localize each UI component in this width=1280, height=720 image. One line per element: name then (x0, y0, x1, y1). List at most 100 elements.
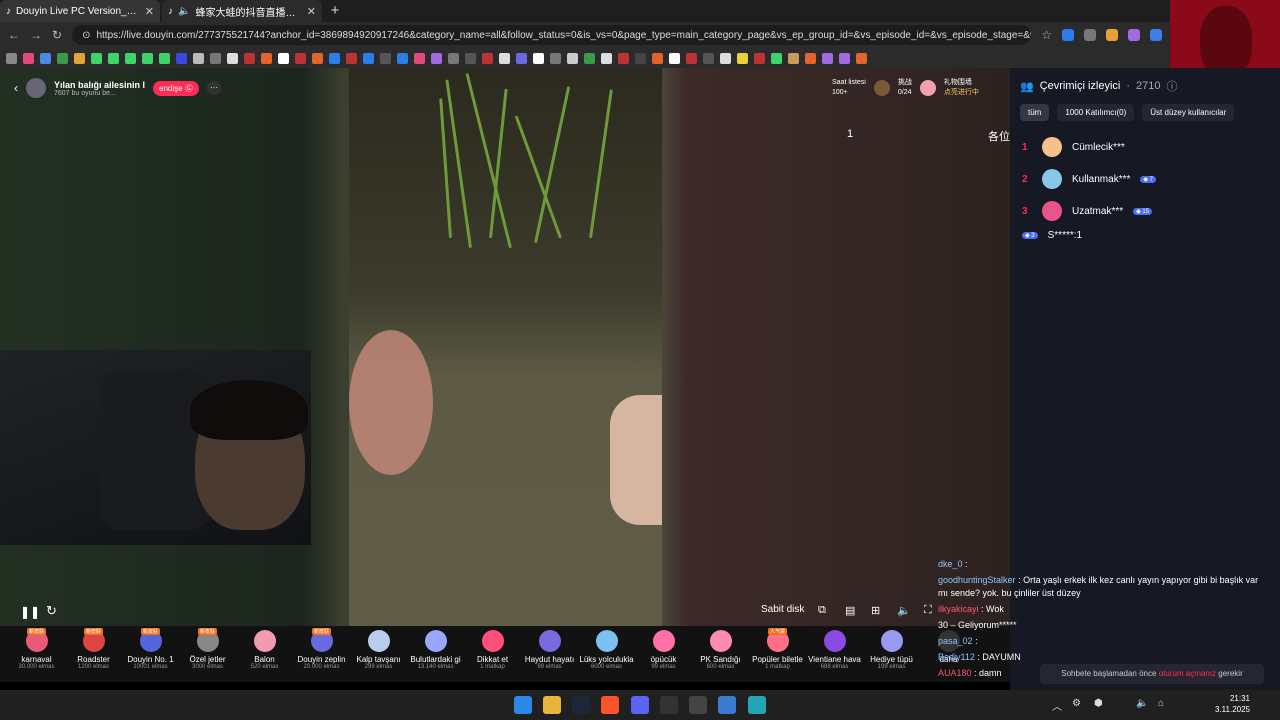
speaker-icon[interactable]: 🔈 (178, 6, 190, 17)
extension-icon[interactable] (1128, 29, 1140, 41)
chat-username[interactable]: dke_0 (938, 559, 963, 569)
layout-icon[interactable]: ▤ (845, 604, 855, 617)
bookmark-icon[interactable] (193, 52, 204, 64)
url-field[interactable]: ⊙ https://live.douyin.com/277375521744?an… (72, 25, 1032, 45)
chat-login-prompt[interactable]: Sohbete başlamadan önce oturum açmanız g… (1040, 664, 1264, 684)
gift-item[interactable]: Haydut hayatı 99 elmas (521, 626, 578, 682)
tray-icon[interactable]: ⚙ (1072, 698, 1081, 709)
bookmark-icon[interactable] (125, 52, 136, 64)
rank-label[interactable]: Saat listesi (832, 78, 866, 88)
bookmark-icon[interactable] (448, 52, 459, 64)
gift-item[interactable]: Bulutlardaki gi 13.140 elmas (407, 626, 464, 682)
new-tab-button[interactable]: + (324, 0, 346, 22)
tray-icon[interactable]: ⬢ (1094, 698, 1103, 709)
chevron-up-icon[interactable]: ︿ (1052, 698, 1062, 713)
volume-icon[interactable]: 🔈 (897, 604, 911, 617)
bookmark-icon[interactable] (108, 52, 119, 64)
extension-icon[interactable] (1084, 29, 1096, 41)
bookmark-icon[interactable] (567, 52, 578, 64)
bookmark-icon[interactable] (23, 52, 34, 64)
bookmark-icon[interactable] (397, 52, 408, 64)
bookmark-icon[interactable] (703, 52, 714, 64)
bookmark-icon[interactable] (431, 52, 442, 64)
gift-item[interactable]: Hediye tüpü 199 elmas (863, 626, 920, 682)
brave-icon[interactable] (601, 696, 619, 714)
gift-item[interactable]: öpücük 99 elmas (635, 626, 692, 682)
close-tab-icon[interactable]: ✕ (307, 5, 316, 18)
bookmark-icon[interactable] (584, 52, 595, 64)
bookmark-icon[interactable] (6, 52, 17, 64)
chat-username[interactable]: ilkyakicayi (938, 604, 979, 614)
chat-username[interactable]: AUA180 (938, 668, 972, 678)
gift-item[interactable]: PK Sandığı 600 elmas (692, 626, 749, 682)
bookmark-icon[interactable] (652, 52, 663, 64)
reload-icon[interactable]: ↻ (52, 28, 62, 42)
bookmark-icon[interactable] (771, 52, 782, 64)
file-explorer-icon[interactable] (543, 696, 561, 714)
chat-username[interactable]: Bediy112 (938, 652, 975, 662)
bookmark-icon[interactable] (720, 52, 731, 64)
bookmark-icon[interactable] (91, 52, 102, 64)
bookmark-icon[interactable] (363, 52, 374, 64)
close-tab-icon[interactable]: ✕ (145, 5, 154, 18)
streamer-avatar[interactable] (26, 78, 46, 98)
chat-username[interactable]: goodhuntingStalker (938, 575, 1016, 585)
bookmark-icon[interactable] (40, 52, 51, 64)
extra-user-row[interactable]: ◆ 3 S*****:1 (1022, 230, 1082, 241)
bookmark-icon[interactable] (261, 52, 272, 64)
more-icon[interactable]: ··· (206, 81, 221, 95)
obs-icon[interactable] (689, 696, 707, 714)
gift-item[interactable]: Kalp tavşanı 299 elmas (350, 626, 407, 682)
rank-row[interactable]: 1 Cümlecik*** (1022, 137, 1125, 157)
bookmark-icon[interactable] (312, 52, 323, 64)
bookmark-icon[interactable] (159, 52, 170, 64)
tab-live-room[interactable]: ♪ 🔈 蜂家大蛙的抖音直播间 - 抖音 ✕ (162, 0, 322, 22)
discord-icon[interactable] (631, 696, 649, 714)
edge-icon[interactable] (748, 696, 766, 714)
gift-item[interactable]: 新皮肤 Özel jetler 3000 elmas (179, 626, 236, 682)
gift-item[interactable]: Vientiane hava 688 elmas (806, 626, 863, 682)
windows-start-icon[interactable] (514, 696, 532, 714)
bookmark-icon[interactable] (788, 52, 799, 64)
gift-wall-icon[interactable] (919, 80, 936, 96)
gift-item[interactable]: 人气票 Popüler biletle 1 matkap (749, 626, 806, 682)
site-info-icon[interactable]: ⊙ (82, 30, 90, 41)
bookmark-icon[interactable] (499, 52, 510, 64)
forward-icon[interactable]: → (30, 28, 42, 42)
volume-tray-icon[interactable]: 🔈 (1136, 698, 1148, 709)
bookmark-icon[interactable] (74, 52, 85, 64)
bookmark-icon[interactable] (176, 52, 187, 64)
extension-icon[interactable] (1062, 29, 1074, 41)
extension-icon[interactable] (1150, 29, 1162, 41)
rank-row[interactable]: 3 Uzatmak*** ◆ 15 (1022, 201, 1153, 221)
bookmark-icon[interactable] (346, 52, 357, 64)
back-arrow-icon[interactable]: ‹ (14, 81, 18, 95)
chat-username[interactable]: pasa_02 (938, 636, 973, 646)
gift-item[interactable]: Balon 520 elmas (236, 626, 293, 682)
bookmark-icon[interactable] (669, 52, 680, 64)
popout-icon[interactable]: ⧉ (818, 604, 826, 617)
fullscreen-icon[interactable]: ⛶ (924, 604, 932, 617)
bookmark-icon[interactable] (380, 52, 391, 64)
bookmark-icon[interactable] (737, 52, 748, 64)
bookmark-icon[interactable] (57, 52, 68, 64)
tab-top-users[interactable]: Üst düzey kullanıcılar (1142, 104, 1235, 121)
bookmark-icon[interactable] (516, 52, 527, 64)
grid-icon[interactable]: ⊞ (871, 604, 880, 617)
bookmark-icon[interactable] (550, 52, 561, 64)
login-link[interactable]: oturum açmanız (1159, 669, 1216, 678)
bookmark-icon[interactable] (278, 52, 289, 64)
extension-icon[interactable] (1106, 29, 1118, 41)
app-icon[interactable] (660, 696, 678, 714)
steam-icon[interactable] (572, 696, 590, 714)
gift-item[interactable]: 新皮肤 Douyin No. 1 10001 elmas (122, 626, 179, 682)
bookmark-icon[interactable] (329, 52, 340, 64)
tab-all[interactable]: tüm (1020, 104, 1050, 121)
bookmark-icon[interactable] (822, 52, 833, 64)
gift-item[interactable]: Dikkat et 1 matkap (464, 626, 521, 682)
bookmark-icon[interactable] (839, 52, 850, 64)
app-icon[interactable] (718, 696, 736, 714)
back-icon[interactable]: ← (8, 28, 20, 42)
gift-item[interactable]: 新皮肤 Douyin zeplin 20.000 elmas (293, 626, 350, 682)
bookmark-icon[interactable] (227, 52, 238, 64)
